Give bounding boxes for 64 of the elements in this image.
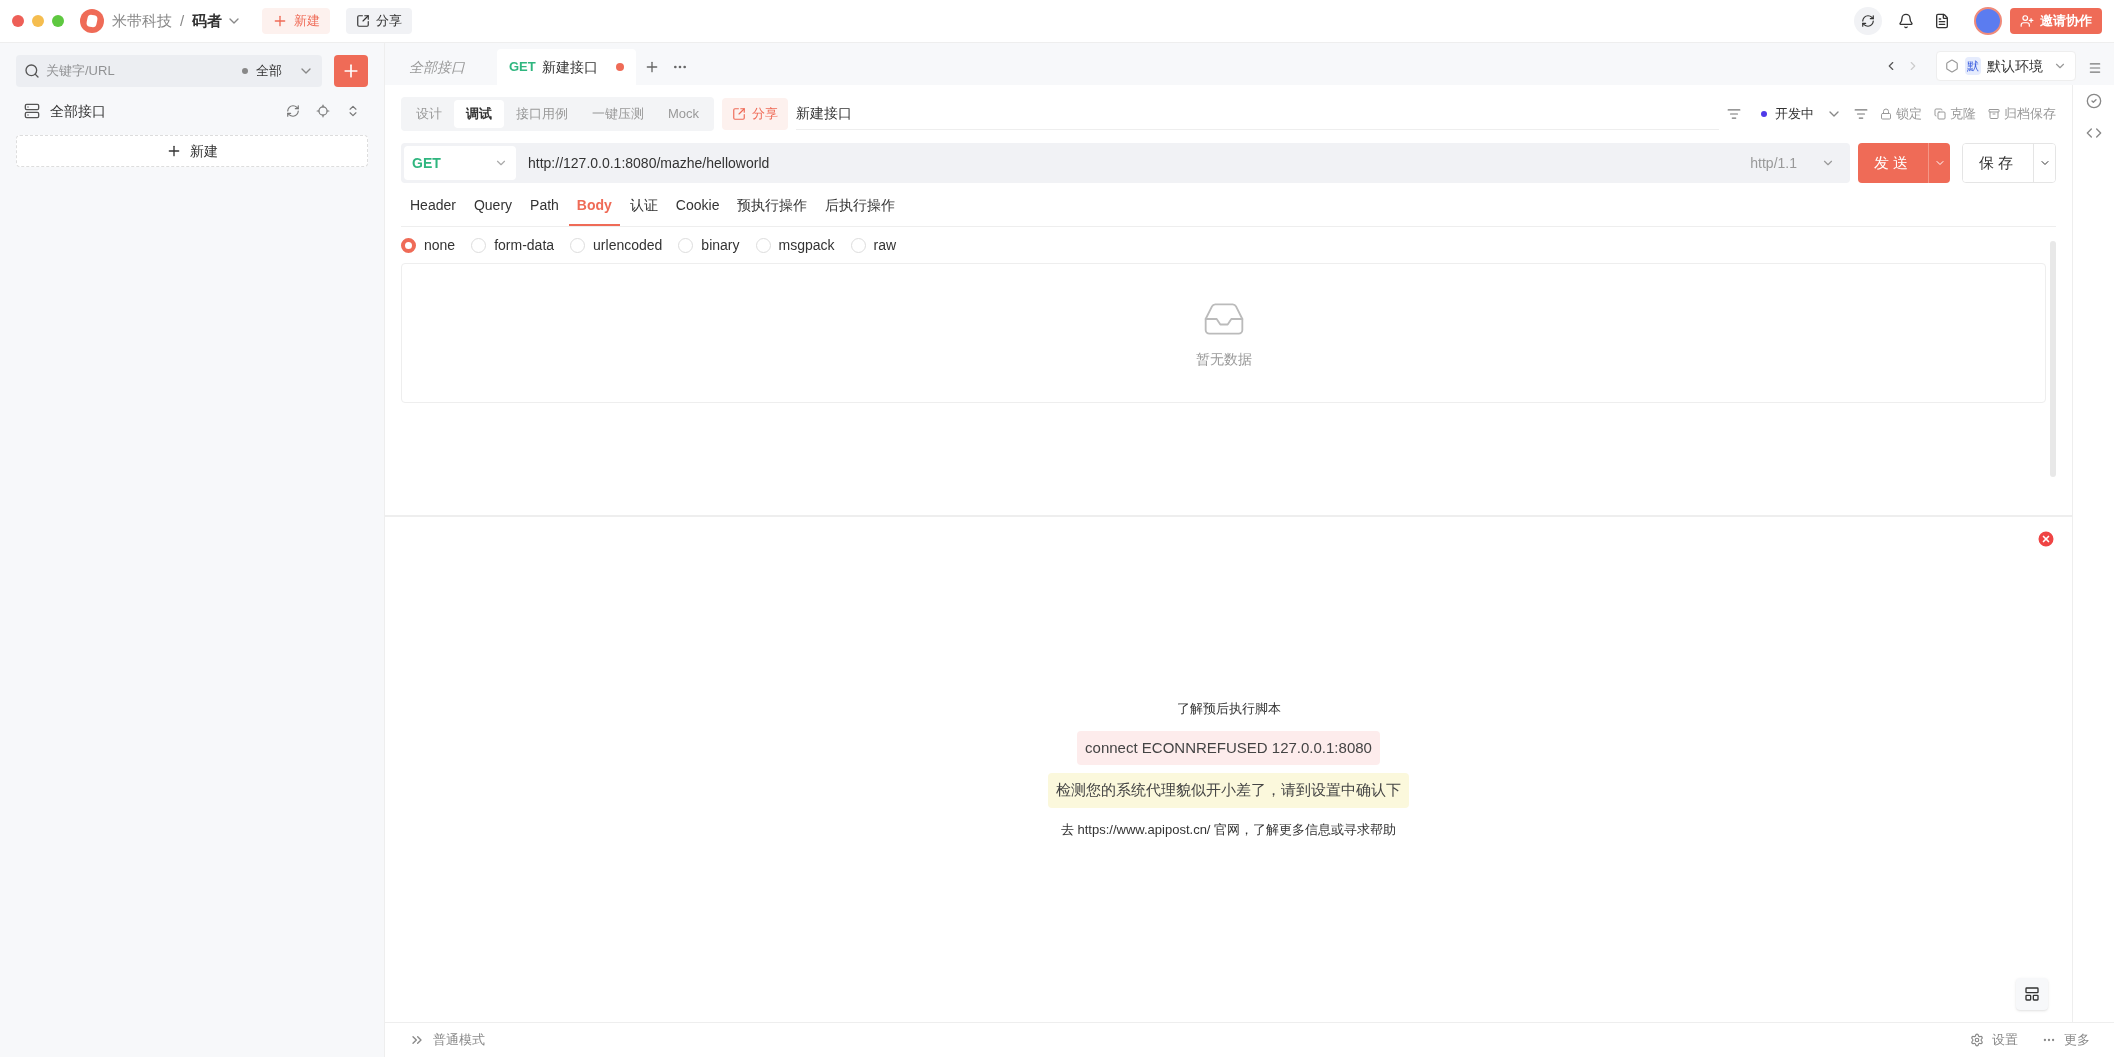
plus-icon <box>166 143 182 159</box>
add-button[interactable] <box>334 55 368 87</box>
mode-toggle[interactable]: 普通模式 <box>409 1030 485 1050</box>
body-type-radio[interactable]: form-data <box>471 234 555 256</box>
copy-icon <box>1934 108 1946 120</box>
share-icon <box>732 107 747 121</box>
body-type-radio[interactable]: binary <box>678 234 740 256</box>
status-select[interactable]: 开发中 <box>1761 104 1842 124</box>
menu-icon[interactable] <box>2088 61 2102 75</box>
check-circle-icon[interactable] <box>2085 93 2102 109</box>
body-tab[interactable]: Header <box>402 187 464 226</box>
org-name[interactable]: 米带科技 <box>112 9 172 33</box>
response-message: 检测您的系统代理貌似开小差了，请到设置中确认下 <box>1048 773 1409 808</box>
url-bar[interactable]: GET http://127.0.0.1:8080/mazhe/helloworld http/1.1 <box>401 143 1850 183</box>
request-name-field[interactable]: 新建接口 <box>796 98 1719 130</box>
body-tab[interactable]: Query <box>465 187 521 226</box>
body-tab[interactable]: Cookie <box>667 187 728 226</box>
locate-icon[interactable] <box>316 104 330 118</box>
tree-root[interactable]: 全部接口 <box>50 100 286 122</box>
response-message: connect ECONNREFUSED 127.0.0.1:8080 <box>1077 730 1380 765</box>
request-tab[interactable]: GET 新建接口 <box>497 49 636 85</box>
search-field[interactable]: 关键字/URL 全部 <box>16 55 322 87</box>
body-tab[interactable]: 后执行操作 <box>817 187 904 226</box>
document-icon[interactable] <box>1934 13 1950 29</box>
new-item-button[interactable]: 新建 <box>16 135 368 167</box>
hexagon-icon <box>1945 59 1959 73</box>
body-type-radio[interactable]: none <box>401 234 456 256</box>
layout-icon[interactable] <box>2016 978 2048 1010</box>
refresh-icon[interactable] <box>286 104 300 118</box>
more-link[interactable]: 更多 <box>2042 1030 2090 1050</box>
environment-label: 默认环境 <box>1987 56 2043 76</box>
response-message: 去 https://www.apipost.cn/ 官网，了解更多信息或寻求帮助 <box>1059 820 1398 839</box>
list-icon[interactable] <box>1854 107 1868 121</box>
body-type-radio[interactable]: urlencoded <box>570 234 663 256</box>
layout-glyph-icon <box>2024 986 2040 1002</box>
share-icon <box>356 14 371 28</box>
logo-icon <box>80 9 104 33</box>
archive-icon <box>1988 108 2000 120</box>
share-button[interactable]: 分享 <box>346 8 413 34</box>
code-icon[interactable] <box>2085 125 2102 141</box>
avatar[interactable] <box>1974 7 2002 35</box>
settings-link[interactable]: 设置 <box>1970 1030 2018 1050</box>
format-icon[interactable] <box>1727 107 1741 121</box>
lock-icon <box>1880 108 1892 120</box>
empty-text: 暂无数据 <box>1195 349 1252 369</box>
settings-icon <box>1970 1033 1984 1047</box>
response-message: 了解预后执行脚本 <box>1175 700 1282 718</box>
body-type-radio[interactable]: msgpack <box>755 234 835 256</box>
radio-icon[interactable] <box>401 237 416 253</box>
environment-select[interactable]: 默 默认环境 <box>1936 51 2076 81</box>
body-tab[interactable]: Path <box>522 187 567 226</box>
separator: / <box>180 10 185 31</box>
environment-badge: 默 <box>1965 57 1981 75</box>
user-plus-icon <box>2020 14 2034 28</box>
close-icon[interactable] <box>2036 529 2056 549</box>
project-name[interactable]: 码者 <box>192 9 223 33</box>
filter-dropdown[interactable]: 全部 <box>242 61 314 81</box>
body-tab[interactable]: 认证 <box>621 187 666 226</box>
mode-tab[interactable]: 调试 <box>454 100 504 128</box>
bell-icon[interactable] <box>1898 13 1914 29</box>
sync-icon[interactable] <box>1854 7 1882 35</box>
body-type-radio[interactable]: raw <box>850 234 897 256</box>
search-icon <box>24 63 40 79</box>
body-tab[interactable]: 预执行操作 <box>729 187 816 226</box>
